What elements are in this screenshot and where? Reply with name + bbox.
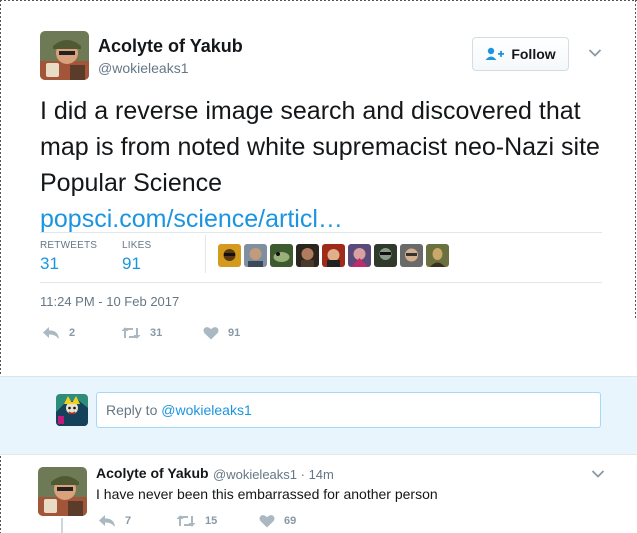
reply-composer-area: Reply to @wokieleaks1 — [0, 376, 637, 454]
tweet-timestamp[interactable]: 11:24 PM - 10 Feb 2017 — [40, 294, 179, 309]
reply-retweet-action[interactable]: 15 — [176, 514, 217, 528]
author-avatar[interactable] — [40, 31, 89, 80]
liker-avatar[interactable] — [270, 244, 293, 267]
reply-arrow-icon — [99, 515, 115, 527]
liker-avatar[interactable] — [218, 244, 241, 267]
current-user-avatar[interactable] — [56, 394, 88, 426]
reply-mention: @wokieleaks1 — [161, 402, 252, 418]
reply-input[interactable]: Reply to @wokieleaks1 — [96, 392, 601, 428]
retweet-action[interactable]: 31 — [121, 326, 162, 340]
liker-avatar[interactable] — [244, 244, 267, 267]
screenshot-border-top — [0, 0, 637, 1]
retweets-count[interactable]: 31 — [40, 254, 59, 274]
like-count: 91 — [228, 327, 241, 339]
reply-like-count: 69 — [284, 515, 297, 527]
reply-like-action[interactable]: 69 — [259, 514, 296, 528]
stats-separator — [205, 235, 206, 273]
reply-reply-count: 7 — [125, 515, 132, 527]
reply-retweet-count: 15 — [205, 515, 218, 527]
reply-count: 2 — [69, 327, 76, 339]
author-display-name[interactable]: Acolyte of Yakub — [98, 36, 243, 57]
liker-avatar[interactable] — [400, 244, 423, 267]
stats-divider-top — [40, 232, 602, 233]
liker-avatar[interactable] — [426, 244, 449, 267]
tweet-text: I did a reverse image search and discove… — [40, 93, 610, 237]
reply-action[interactable]: 2 — [42, 326, 75, 340]
chevron-down-icon[interactable] — [588, 48, 602, 58]
screenshot-border-right — [635, 0, 636, 320]
reply-prefix: Reply to — [106, 402, 162, 418]
liker-avatar[interactable] — [322, 244, 345, 267]
reply-author-meta[interactable]: @wokieleaks1 · 14m — [213, 467, 334, 482]
reply-text: I have never been this embarrassed for a… — [96, 486, 438, 502]
follow-label: Follow — [511, 46, 556, 62]
reply-author-name[interactable]: Acolyte of Yakub — [96, 465, 209, 481]
like-action[interactable]: 91 — [203, 326, 240, 340]
retweet-icon — [176, 515, 196, 527]
thread-line — [61, 518, 63, 533]
liker-avatar[interactable] — [374, 244, 397, 267]
reply-author-avatar[interactable] — [38, 467, 87, 516]
heart-icon — [203, 327, 219, 340]
heart-icon — [259, 515, 275, 528]
retweets-label[interactable]: RETWEETS — [40, 240, 97, 251]
retweet-count: 31 — [150, 327, 163, 339]
tweet-body: I did a reverse image search and discove… — [40, 97, 600, 197]
follow-person-plus-icon — [485, 47, 505, 60]
author-handle[interactable]: @wokieleaks1 — [98, 60, 188, 76]
likes-label[interactable]: LIKES — [122, 240, 151, 251]
liker-avatar[interactable] — [348, 244, 371, 267]
likers-avatars — [218, 244, 449, 267]
reply-arrow-icon — [43, 327, 59, 339]
likes-count[interactable]: 91 — [122, 254, 141, 274]
stats-divider-bottom — [40, 282, 602, 283]
reply-reply-action[interactable]: 7 — [98, 514, 131, 528]
chevron-down-icon[interactable] — [591, 469, 605, 479]
liker-avatar[interactable] — [296, 244, 319, 267]
retweet-icon — [121, 327, 141, 339]
reply-divider — [0, 454, 637, 455]
follow-button[interactable]: Follow — [472, 37, 569, 71]
